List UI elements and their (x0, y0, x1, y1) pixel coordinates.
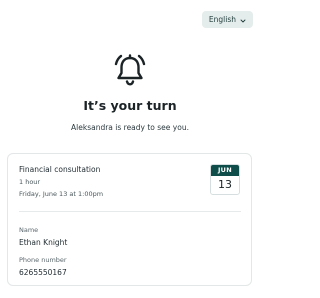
chevron-down-icon (240, 17, 246, 23)
appointment-duration: 1 hour (19, 178, 41, 186)
page-title: It’s your turn (83, 98, 177, 113)
calendar-badge: JUN 13 (210, 164, 240, 195)
appointment-title: Financial consultation (19, 165, 101, 174)
name-value: Ethan Knight (19, 238, 68, 247)
appointment-card: Financial consultation 1 hour Friday, Ju… (7, 153, 252, 286)
page: English It’s your turn Aleksandra is rea… (0, 0, 260, 298)
card-divider (19, 211, 241, 212)
calendar-month: JUN (211, 165, 239, 176)
page-subtitle: Aleksandra is ready to see you. (71, 123, 189, 132)
phone-label: Phone number (19, 256, 67, 264)
phone-value: 6265550167 (19, 268, 67, 277)
name-label: Name (19, 226, 39, 234)
calendar-day: 13 (218, 178, 232, 191)
language-selector-label: English (208, 15, 236, 24)
language-selector-button[interactable]: English (201, 11, 253, 28)
appointment-datetime: Friday, June 13 at 1:00pm (19, 190, 104, 198)
bell-ringing-icon (111, 52, 149, 90)
